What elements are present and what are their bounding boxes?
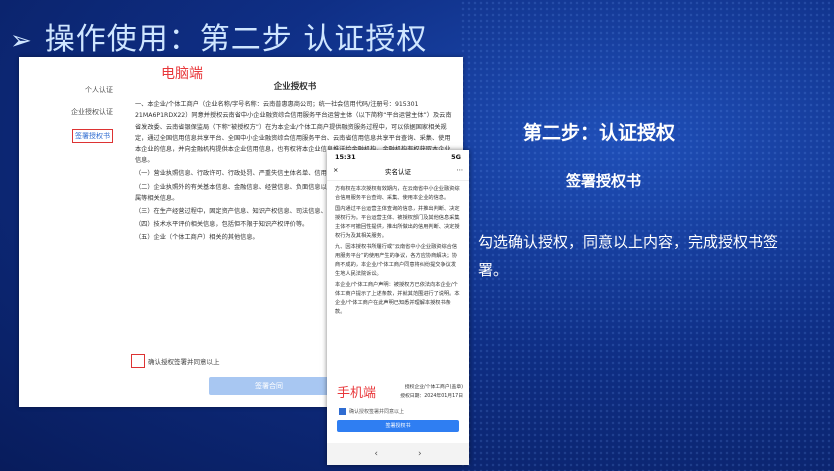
- mobile-consent-label: 确认授权签署并同意以上: [349, 409, 405, 415]
- mobile-label: 手机端: [337, 382, 377, 401]
- slide-title: ➢ 操作使用：第二步 认证授权: [10, 14, 427, 58]
- slide-title-text: 操作使用：第二步 认证授权: [44, 22, 428, 57]
- close-icon[interactable]: ×: [333, 166, 338, 174]
- mobile-doc-paragraph: 本企业/个体工商户声明：被授权方已依法向本企业/个体工商户提示了上述条款，并就其…: [335, 282, 460, 315]
- step-subheading: 签署授权书: [566, 172, 642, 190]
- sign-authorization-button[interactable]: 签署授权书: [337, 420, 459, 432]
- consent-checkbox[interactable]: [131, 354, 145, 368]
- mobile-screenshot: 15:31 5G × 实名认证 ⋯ 方有权在本次授权有效期内，在云南省中小企业融…: [327, 150, 469, 465]
- mobile-navbar: × 实名认证 ⋯: [327, 166, 469, 181]
- desktop-label: 电脑端: [161, 66, 203, 82]
- step-enterprise-auth[interactable]: 企业授权认证: [19, 107, 117, 117]
- mobile-consent-checkbox[interactable]: [339, 408, 346, 415]
- consent-label: 确认授权签署并同意以上: [148, 358, 220, 366]
- step-heading: 第二步：认证授权: [523, 122, 676, 144]
- signature-line: 授权企业/个体工商户(盖章): [404, 385, 463, 390]
- back-icon[interactable]: ‹: [374, 449, 378, 459]
- step-sidebar: 个人认证 企业授权认证 签署授权书: [19, 85, 117, 155]
- mobile-doc-paragraph: 方有权在本次授权有效期内，在云南省中小企业融资综合信用服务平台查询、采集、使用本…: [335, 186, 460, 201]
- status-bar: 15:31 5G: [327, 150, 469, 166]
- step-description: 勾选确认授权，同意以上内容，完成授权书签署。: [478, 233, 779, 279]
- mobile-document: 方有权在本次授权有效期内，在云南省中小企业融资综合信用服务平台查询、采集、使用本…: [327, 181, 469, 323]
- arrow-bullet-icon: ➢: [10, 26, 33, 56]
- mobile-doc-paragraph: 国内通过平台运营主体查询的信息，并推出判断、决定授权行为。平台运营主体、被授权部…: [335, 206, 460, 239]
- browser-bottom-bar: ‹ ›: [327, 443, 469, 465]
- nav-title: 实名认证: [385, 168, 411, 176]
- signature-block: 授权企业/个体工商户(盖章) 授权日期：2024年01月17日: [397, 383, 463, 401]
- sign-date: 授权日期：2024年01月17日: [400, 394, 463, 399]
- document-title: 企业授权书: [273, 82, 317, 92]
- mobile-doc-paragraph: 九、因本授权书所履行或“云南省中小企业融资综合信用服务平台”的使用产生的争议，各…: [335, 244, 458, 277]
- consent-row: 确认授权签署并同意以上: [131, 354, 220, 368]
- step-sign-authorization[interactable]: 签署授权书: [72, 129, 113, 143]
- step-personal-auth[interactable]: 个人认证: [19, 85, 117, 95]
- mobile-consent-row: 确认授权签署并同意以上: [339, 408, 404, 415]
- forward-icon[interactable]: ›: [418, 449, 422, 459]
- more-icon[interactable]: ⋯: [457, 166, 464, 174]
- sign-contract-button[interactable]: 签署合同: [209, 377, 329, 395]
- status-time: 15:31: [335, 153, 356, 161]
- status-signal: 5G: [451, 153, 461, 161]
